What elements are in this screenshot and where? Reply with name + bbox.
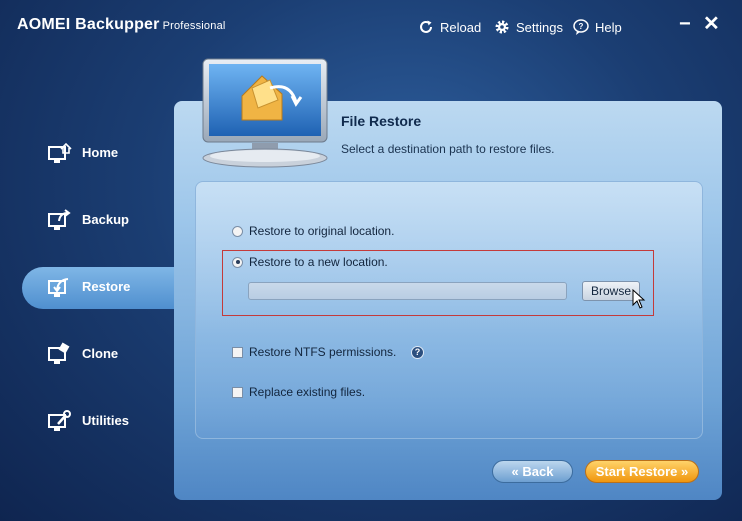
app-name: AOMEI Backupper (17, 16, 160, 33)
page-title: File Restore (341, 113, 422, 129)
sidebar-item-utilities[interactable]: Utilities (22, 401, 174, 443)
restore-ntfs-permissions-option[interactable]: Restore NTFS permissions. (232, 345, 396, 359)
replace-existing-files-option[interactable]: Replace existing files. (232, 385, 365, 399)
reload-icon (420, 20, 432, 33)
home-icon (48, 142, 72, 163)
help-label: Help (595, 19, 622, 35)
sidebar-item-clone[interactable]: Clone (22, 334, 174, 376)
settings-button[interactable]: Settings (493, 18, 563, 36)
reload-button[interactable]: Reload (417, 18, 481, 36)
mouse-cursor-icon (632, 289, 646, 309)
start-restore-button[interactable]: Start Restore » (585, 460, 699, 483)
destination-path-input[interactable] (248, 282, 567, 300)
minimize-button[interactable]: − (679, 12, 691, 36)
settings-label: Settings (516, 19, 563, 35)
sidebar-item-home[interactable]: Home (22, 133, 174, 175)
option-label: Restore NTFS permissions. (249, 345, 397, 359)
sidebar-item-label: Backup (82, 212, 129, 227)
reload-label: Reload (440, 19, 482, 35)
close-button[interactable]: ✕ (703, 12, 720, 36)
monitor-restore-icon (202, 58, 328, 168)
restore-new-location-option[interactable]: Restore to a new location. (232, 255, 388, 269)
clone-icon (48, 342, 70, 364)
sidebar-item-label: Restore (82, 279, 131, 294)
sidebar-item-label: Clone (82, 346, 119, 361)
sidebar-item-label: Utilities (82, 413, 129, 428)
sidebar-item-restore[interactable]: Restore (22, 267, 174, 309)
option-label: Replace existing files. (249, 385, 366, 399)
svg-text:?: ? (579, 22, 584, 31)
gear-icon (495, 20, 509, 34)
ntfs-permissions-checkbox[interactable] (232, 346, 243, 358)
title-bar: AOMEI Backupper Professional Reload Setti… (0, 0, 742, 52)
option-label: Restore to original location. (249, 224, 395, 238)
restore-original-location-option[interactable]: Restore to original location. (232, 224, 394, 238)
sidebar-item-label: Home (82, 145, 119, 160)
app-title: AOMEI Backupper Professional (17, 16, 226, 34)
sidebar-item-backup[interactable]: Backup (22, 200, 174, 242)
replace-existing-files-checkbox[interactable] (232, 386, 243, 398)
question-mark-icon[interactable]: ? (411, 346, 424, 359)
restore-icon (48, 278, 69, 297)
backup-icon (48, 209, 71, 230)
original-location-radio[interactable] (232, 225, 243, 237)
back-button[interactable]: « Back (492, 460, 573, 483)
utilities-icon (48, 410, 71, 431)
page-subtitle: Select a destination path to restore fil… (341, 142, 555, 156)
help-bubble-icon: ? (573, 19, 589, 35)
app-edition: Professional (162, 20, 226, 32)
option-label: Restore to a new location. (249, 255, 388, 269)
help-button[interactable]: ? Help (572, 18, 622, 36)
new-location-radio[interactable] (232, 256, 243, 268)
